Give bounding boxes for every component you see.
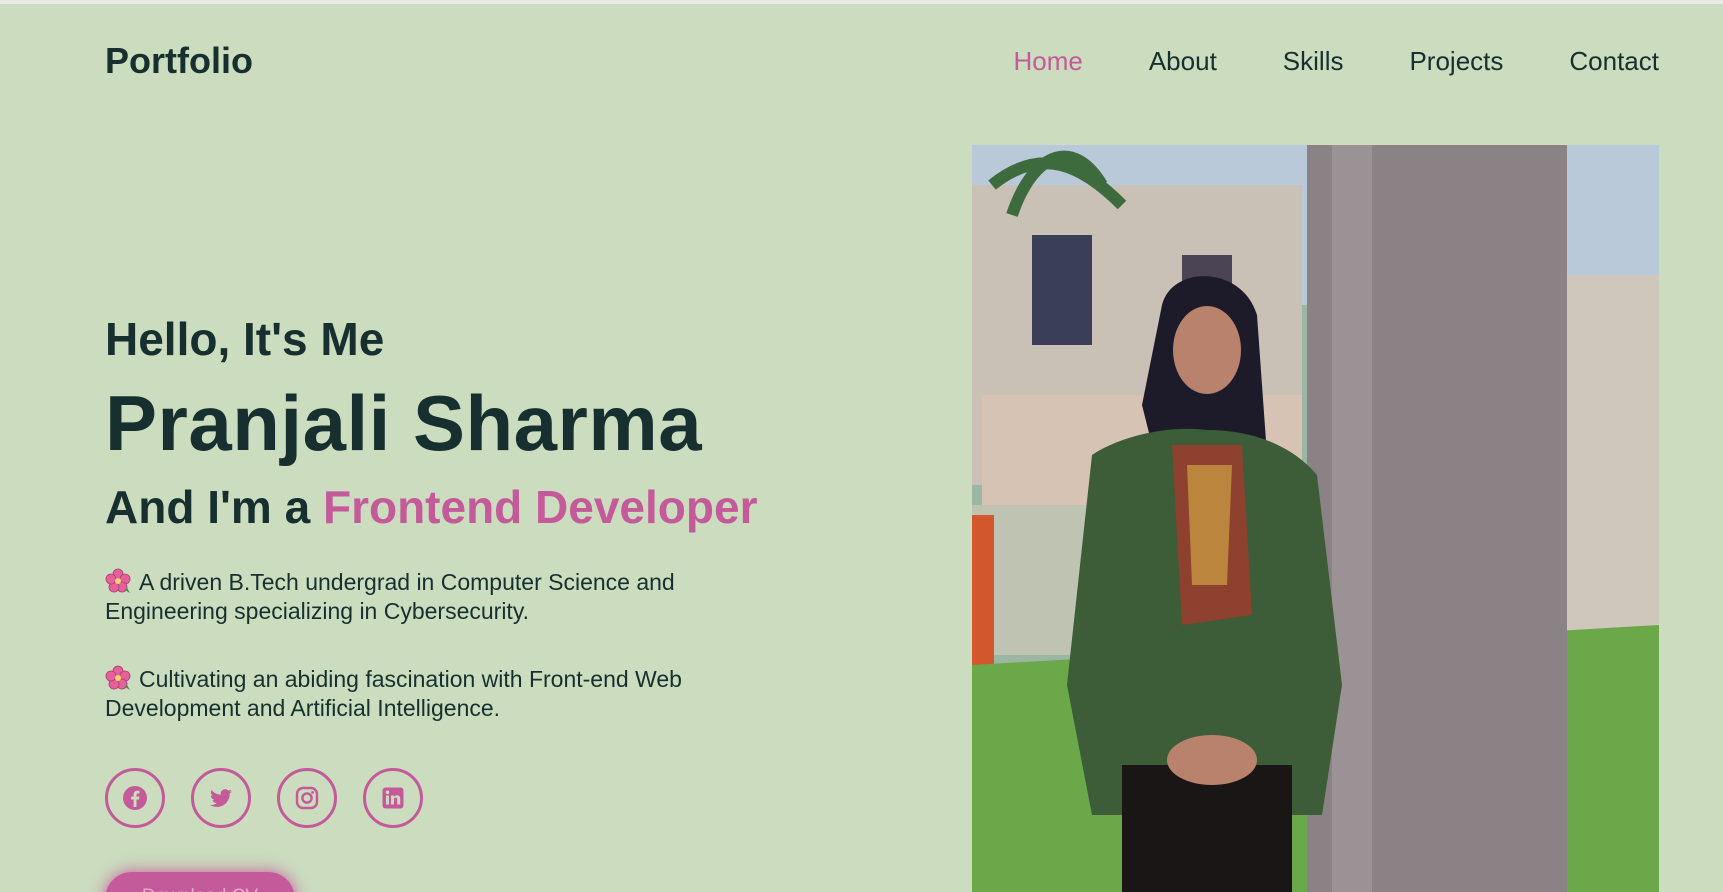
nav-contact[interactable]: Contact: [1569, 46, 1659, 77]
intro-text-1: A driven B.Tech undergrad in Computer Sc…: [105, 569, 675, 624]
twitter-icon: [210, 789, 232, 807]
nav-projects[interactable]: Projects: [1409, 46, 1503, 77]
nav-skills[interactable]: Skills: [1283, 46, 1344, 77]
intro-paragraph-1: A driven B.Tech undergrad in Computer Sc…: [105, 568, 745, 626]
hibiscus-icon: [105, 568, 131, 594]
linkedin-link[interactable]: [363, 768, 423, 828]
instagram-icon: [295, 786, 319, 810]
twitter-link[interactable]: [191, 768, 251, 828]
hibiscus-icon: [105, 665, 131, 691]
facebook-link[interactable]: [105, 768, 165, 828]
download-cv-button[interactable]: Download CV: [105, 872, 295, 892]
role-line: And I'm a Frontend Developer: [105, 480, 757, 534]
hero-intro: Hello, It's Me Pranjali Sharma And I'm a…: [105, 4, 825, 892]
role-prefix: And I'm a: [105, 481, 323, 533]
intro-text-2: Cultivating an abiding fascination with …: [105, 666, 682, 721]
main-nav: Home About Skills Projects Contact: [1013, 46, 1659, 77]
role-title: Frontend Developer: [322, 481, 758, 533]
nav-home[interactable]: Home: [1013, 46, 1082, 77]
facebook-icon: [123, 786, 147, 810]
profile-photo: [972, 145, 1659, 892]
social-links: [105, 768, 423, 828]
nav-about[interactable]: About: [1149, 46, 1217, 77]
hero-name: Pranjali Sharma: [105, 379, 703, 467]
greeting: Hello, It's Me: [105, 313, 385, 365]
linkedin-icon: [382, 787, 404, 809]
intro-paragraph-2: Cultivating an abiding fascination with …: [105, 665, 745, 723]
instagram-link[interactable]: [277, 768, 337, 828]
